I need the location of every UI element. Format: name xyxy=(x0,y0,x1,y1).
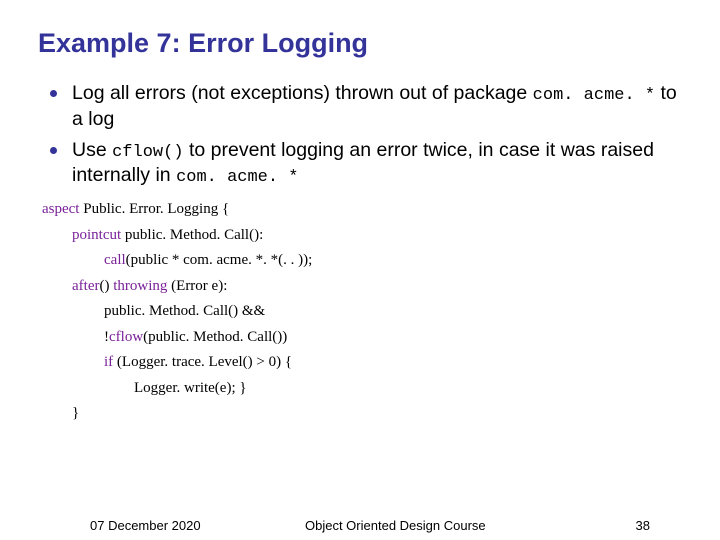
code-text: public. Method. Call() && xyxy=(104,303,265,319)
code-text: (Error e): xyxy=(167,278,227,294)
code-text: (Logger. trace. Level() > 0) { xyxy=(113,354,292,370)
code-line: pointcut public. Method. Call(): xyxy=(42,223,682,249)
code-inline: com. acme. * xyxy=(176,168,298,187)
footer-course: Object Oriented Design Course xyxy=(305,518,486,533)
code-text: (public. Method. Call()) xyxy=(143,329,287,345)
code-line: public. Method. Call() && xyxy=(42,299,682,325)
keyword: after xyxy=(72,278,99,294)
bullet-list: Log all errors (not exceptions) thrown o… xyxy=(38,81,682,189)
code-line: } xyxy=(42,401,682,427)
keyword: pointcut xyxy=(72,227,121,243)
keyword: aspect xyxy=(42,201,79,217)
code-text: Public. Error. Logging { xyxy=(79,201,229,217)
code-text: Logger. write(e); } xyxy=(134,380,247,396)
code-block: aspect Public. Error. Logging { pointcut… xyxy=(38,197,682,427)
code-line: call(public * com. acme. *. *(. . )); xyxy=(42,248,682,274)
code-line: Logger. write(e); } xyxy=(42,376,682,402)
footer-date: 07 December 2020 xyxy=(90,518,201,533)
bullet-text: Log all errors (not exceptions) thrown o… xyxy=(72,82,533,104)
keyword: call xyxy=(104,252,126,268)
code-line: aspect Public. Error. Logging { xyxy=(42,197,682,223)
keyword: if xyxy=(104,354,113,370)
code-text: public. Method. Call(): xyxy=(121,227,263,243)
code-inline: com. acme. * xyxy=(533,86,655,105)
footer-page: 38 xyxy=(636,518,650,533)
code-text: } xyxy=(72,405,79,421)
code-text: (public * com. acme. *. *(. . )); xyxy=(126,252,313,268)
code-line: !cflow(public. Method. Call()) xyxy=(42,325,682,351)
code-inline: cflow() xyxy=(112,143,183,162)
bullet-item: Log all errors (not exceptions) thrown o… xyxy=(48,81,682,132)
bullet-item: Use cflow() to prevent logging an error … xyxy=(48,138,682,190)
slide-title: Example 7: Error Logging xyxy=(38,28,682,59)
code-line: after() throwing (Error e): xyxy=(42,274,682,300)
bullet-text: Use xyxy=(72,139,112,161)
keyword: cflow xyxy=(109,329,143,345)
keyword: throwing xyxy=(113,278,167,294)
code-text: () xyxy=(99,278,113,294)
code-line: if (Logger. trace. Level() > 0) { xyxy=(42,350,682,376)
